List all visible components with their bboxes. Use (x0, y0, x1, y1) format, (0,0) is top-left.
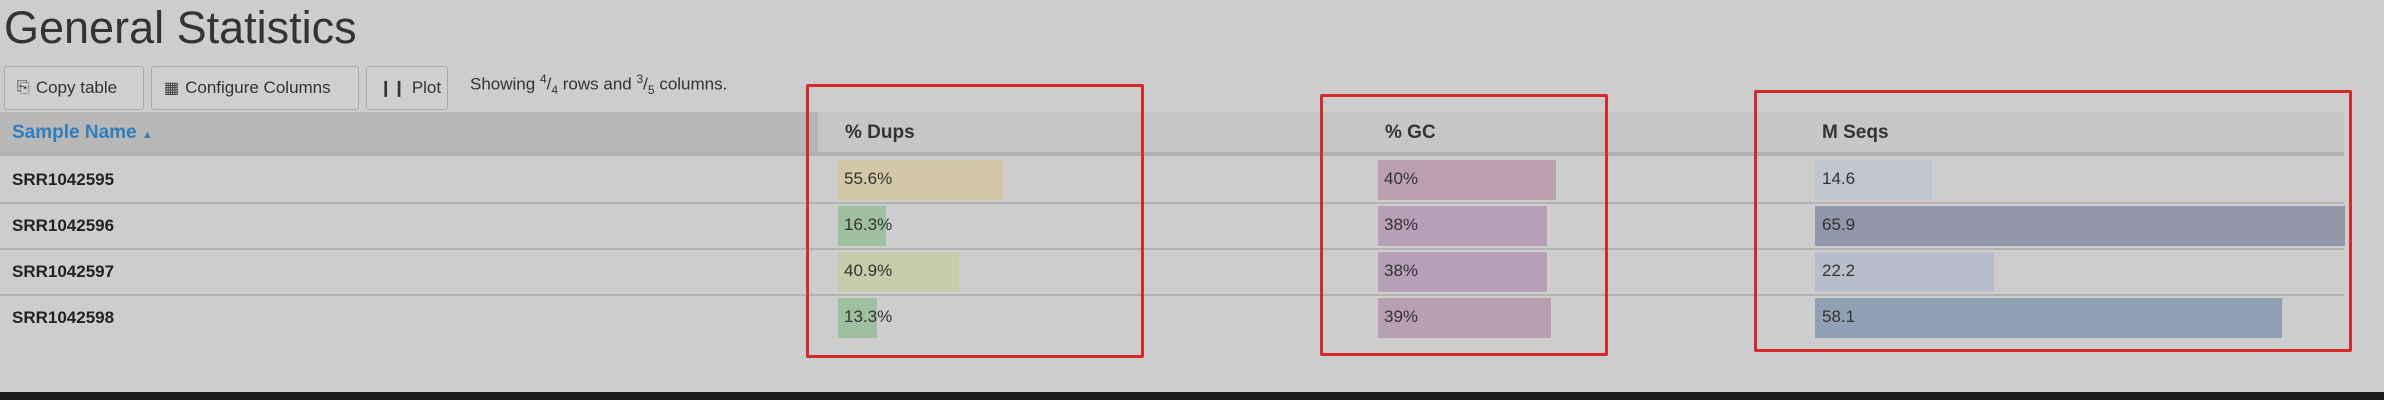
configure-columns-label: Configure Columns (185, 78, 331, 97)
bar-chart-icon: ❙❙ (379, 80, 406, 97)
sample-name-cell: SRR1042598 (12, 308, 115, 327)
highlight-box-dups (806, 84, 1144, 358)
page-title: General Statistics (4, 2, 357, 53)
copy-table-label: Copy table (35, 78, 118, 97)
sample-name-cell: SRR1042596 (12, 216, 115, 235)
sample-name-cell: SRR1042597 (12, 262, 115, 281)
plot-label: Plot (411, 78, 442, 97)
configure-columns-button[interactable]: ▦ Configure Columns (151, 66, 359, 110)
sample-name-cell: SRR1042595 (12, 170, 115, 189)
plot-button[interactable]: ❙❙ Plot (366, 66, 448, 110)
grid-icon: ▦ (164, 80, 180, 97)
showing-summary: Showing 4/4 rows and 3/5 columns. (470, 72, 728, 98)
copy-icon: ⎘ (17, 79, 30, 96)
sample-name-header[interactable]: Sample Name ▲ (12, 122, 153, 144)
sort-asc-icon: ▲ (141, 129, 153, 141)
highlight-box-mseqs (1754, 90, 2352, 352)
general-statistics-panel: General Statistics ⎘ Copy table ▦ Config… (0, 0, 2384, 392)
highlight-box-gc (1320, 94, 1608, 356)
copy-table-button[interactable]: ⎘ Copy table (4, 66, 144, 110)
